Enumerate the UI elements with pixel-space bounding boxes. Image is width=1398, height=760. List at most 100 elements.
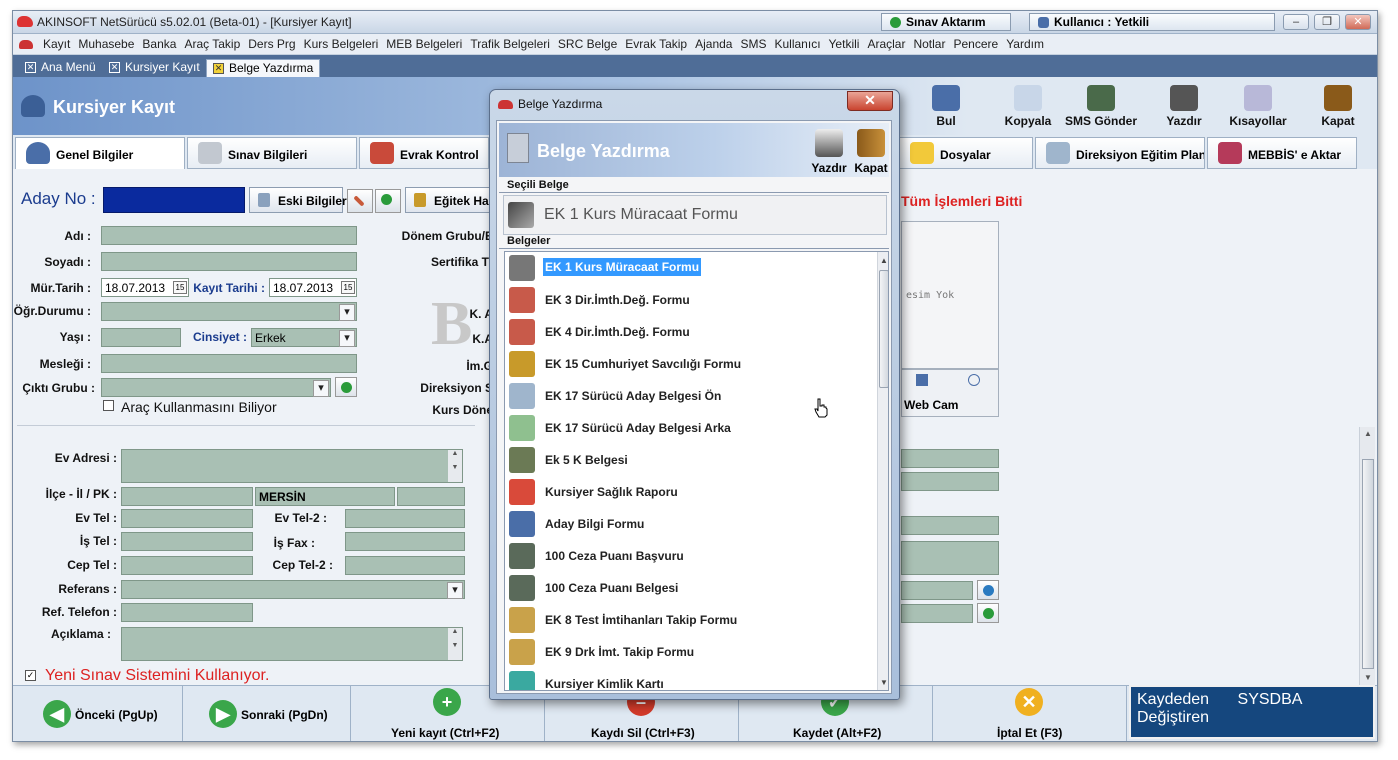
exam-transfer-button[interactable]: Sınav Aktarım: [881, 13, 1011, 31]
dialog-kapat-button[interactable]: Kapat: [851, 127, 891, 177]
toolbar-button-0[interactable]: Bul: [911, 83, 981, 133]
tab-close-icon[interactable]: ✕: [109, 62, 120, 73]
referans-select[interactable]: [121, 580, 465, 599]
scroll-up-icon[interactable]: ▲: [880, 256, 888, 265]
right-field-4[interactable]: [901, 541, 999, 575]
tab-kursiyer-kayit[interactable]: ✕ Kursiyer Kayıt: [103, 59, 206, 77]
right-add-button[interactable]: [977, 603, 999, 623]
tab-direksiyon-egitim-plani[interactable]: Direksiyon Eğitim Planı: [1035, 137, 1205, 169]
scroll-down-icon[interactable]: ▼: [1364, 673, 1372, 682]
document-list-item[interactable]: 100 Ceza Puanı Belgesi: [505, 572, 875, 604]
scroll-down-icon[interactable]: ▼: [880, 678, 888, 687]
adi-field[interactable]: [101, 226, 357, 245]
document-list-item[interactable]: EK 1 Kurs Müracaat Formu: [505, 252, 875, 284]
webcam-icon[interactable]: [916, 374, 928, 386]
user-indicator[interactable]: Kullanıcı : Yetkili: [1029, 13, 1275, 31]
soyadi-field[interactable]: [101, 252, 357, 271]
document-list-item[interactable]: Kursiyer Kimlik Kartı: [505, 668, 875, 690]
document-list-item[interactable]: Kursiyer Sağlık Raporu: [505, 476, 875, 508]
scroll-arrows-icon[interactable]: ▲ ▼: [448, 450, 462, 482]
menu-item-2[interactable]: Banka: [138, 34, 180, 54]
eski-bilgiler-button[interactable]: Eski Bilgiler: [249, 187, 347, 213]
yasi-field[interactable]: [101, 328, 181, 347]
tab-ana-menu[interactable]: ✕ Ana Menü: [19, 59, 102, 77]
toolbar-button-3[interactable]: Yazdır: [1149, 83, 1219, 133]
menu-item-5[interactable]: Kurs Belgeleri: [300, 34, 383, 54]
ogr-durumu-select[interactable]: [101, 302, 357, 321]
aciklama-field[interactable]: ▲ ▼: [121, 627, 463, 661]
form-scrollbar[interactable]: ▲ ▼: [1359, 427, 1375, 685]
menu-item-15[interactable]: Notlar: [909, 34, 949, 54]
cikti-grubu-select[interactable]: [101, 378, 331, 397]
document-list-item[interactable]: EK 8 Test İmtihanları Takip Formu: [505, 604, 875, 636]
browse-photo-icon[interactable]: [968, 374, 980, 386]
toolbar-button-4[interactable]: Kısayollar: [1223, 83, 1293, 133]
document-list-item[interactable]: EK 3 Dir.İmth.Değ. Formu: [505, 284, 875, 316]
menu-item-13[interactable]: Yetkili: [825, 34, 864, 54]
documents-scrollbar[interactable]: ▲ ▼: [877, 252, 888, 690]
toolbar-button-5[interactable]: Kapat: [1303, 83, 1373, 133]
minimize-button[interactable]: –: [1283, 14, 1309, 30]
cep-tel-field[interactable]: [121, 556, 253, 575]
close-button[interactable]: ✕: [1345, 14, 1371, 30]
onceki-button[interactable]: ◀ Önceki (PgUp): [13, 686, 183, 741]
document-list-item[interactable]: Aday Bilgi Formu: [505, 508, 875, 540]
menu-item-16[interactable]: Pencere: [949, 34, 1002, 54]
il-field[interactable]: MERSİN: [255, 487, 395, 506]
right-field-2[interactable]: [901, 472, 999, 491]
tab-close-icon[interactable]: ✕: [213, 63, 224, 74]
ref-telefon-field[interactable]: [121, 603, 253, 622]
menu-item-12[interactable]: Kullanıcı: [771, 34, 825, 54]
document-list-item[interactable]: EK 4 Dir.İmth.Değ. Formu: [505, 316, 875, 348]
right-field-3[interactable]: [901, 516, 999, 535]
scroll-thumb[interactable]: [1362, 459, 1374, 669]
menu-item-8[interactable]: SRC Belge: [554, 34, 621, 54]
document-list-item[interactable]: EK 15 Cumhuriyet Savcılığı Formu: [505, 348, 875, 380]
meslegi-field[interactable]: [101, 354, 357, 373]
menu-item-10[interactable]: Ajanda: [691, 34, 736, 54]
arac-kullanma-checkbox[interactable]: [103, 400, 114, 411]
ev-tel-field[interactable]: [121, 509, 253, 528]
tab-genel-bilgiler[interactable]: Genel Bilgiler: [15, 137, 185, 169]
tab-mebbis-aktar[interactable]: MEBBİS' e Aktar: [1207, 137, 1357, 169]
dialog-close-button[interactable]: ✕: [847, 91, 893, 111]
aday-no-field[interactable]: [103, 187, 245, 213]
is-tel-field[interactable]: [121, 532, 253, 551]
scroll-up-icon[interactable]: ▲: [1364, 429, 1372, 438]
scroll-arrows-icon[interactable]: ▲ ▼: [448, 628, 462, 660]
menu-item-14[interactable]: Araçlar: [863, 34, 909, 54]
iptal-button[interactable]: ✕ İptal Et (F3): [933, 686, 1127, 741]
right-field-5[interactable]: [901, 581, 973, 600]
kayit-tarih-field[interactable]: 18.07.2013 15: [269, 278, 357, 297]
right-field-1[interactable]: [901, 449, 999, 468]
ilce-field[interactable]: [121, 487, 253, 506]
tab-close-icon[interactable]: ✕: [25, 62, 36, 73]
globe-button[interactable]: [977, 580, 999, 600]
menu-item-9[interactable]: Evrak Takip: [621, 34, 691, 54]
is-fax-field[interactable]: [345, 532, 465, 551]
tab-belge-yazdirma[interactable]: ✕ Belge Yazdırma: [206, 59, 321, 77]
dialog-print-button[interactable]: Yazdır: [809, 127, 849, 177]
cinsiyet-select[interactable]: Erkek: [251, 328, 357, 347]
menu-item-0[interactable]: Kayıt: [39, 34, 74, 54]
menu-item-7[interactable]: Trafik Belgeleri: [466, 34, 554, 54]
menu-item-1[interactable]: Muhasebe: [74, 34, 138, 54]
toolbar-button-1[interactable]: Kopyala: [993, 83, 1063, 133]
sonraki-button[interactable]: ▶ Sonraki (PgDn): [183, 686, 351, 741]
yeni-sinav-checkbox[interactable]: ✓: [25, 670, 36, 681]
add-button[interactable]: [375, 189, 401, 213]
right-field-6[interactable]: [901, 604, 973, 623]
cep-tel2-field[interactable]: [345, 556, 465, 575]
mur-tarih-field[interactable]: 18.07.2013 15: [101, 278, 189, 297]
document-list-item[interactable]: 100 Ceza Puanı Başvuru: [505, 540, 875, 572]
scroll-thumb[interactable]: [879, 270, 888, 388]
tab-sinav-bilgileri[interactable]: Sınav Bilgileri: [187, 137, 357, 169]
maximize-button[interactable]: ❐: [1314, 14, 1340, 30]
menu-item-11[interactable]: SMS: [736, 34, 770, 54]
menu-item-4[interactable]: Ders Prg: [244, 34, 299, 54]
posta-kodu-field[interactable]: [397, 487, 465, 506]
calendar-icon[interactable]: 15: [341, 281, 355, 294]
calendar-icon[interactable]: 15: [173, 281, 187, 294]
ev-tel2-field[interactable]: [345, 509, 465, 528]
document-list-item[interactable]: Ek 5 K Belgesi: [505, 444, 875, 476]
